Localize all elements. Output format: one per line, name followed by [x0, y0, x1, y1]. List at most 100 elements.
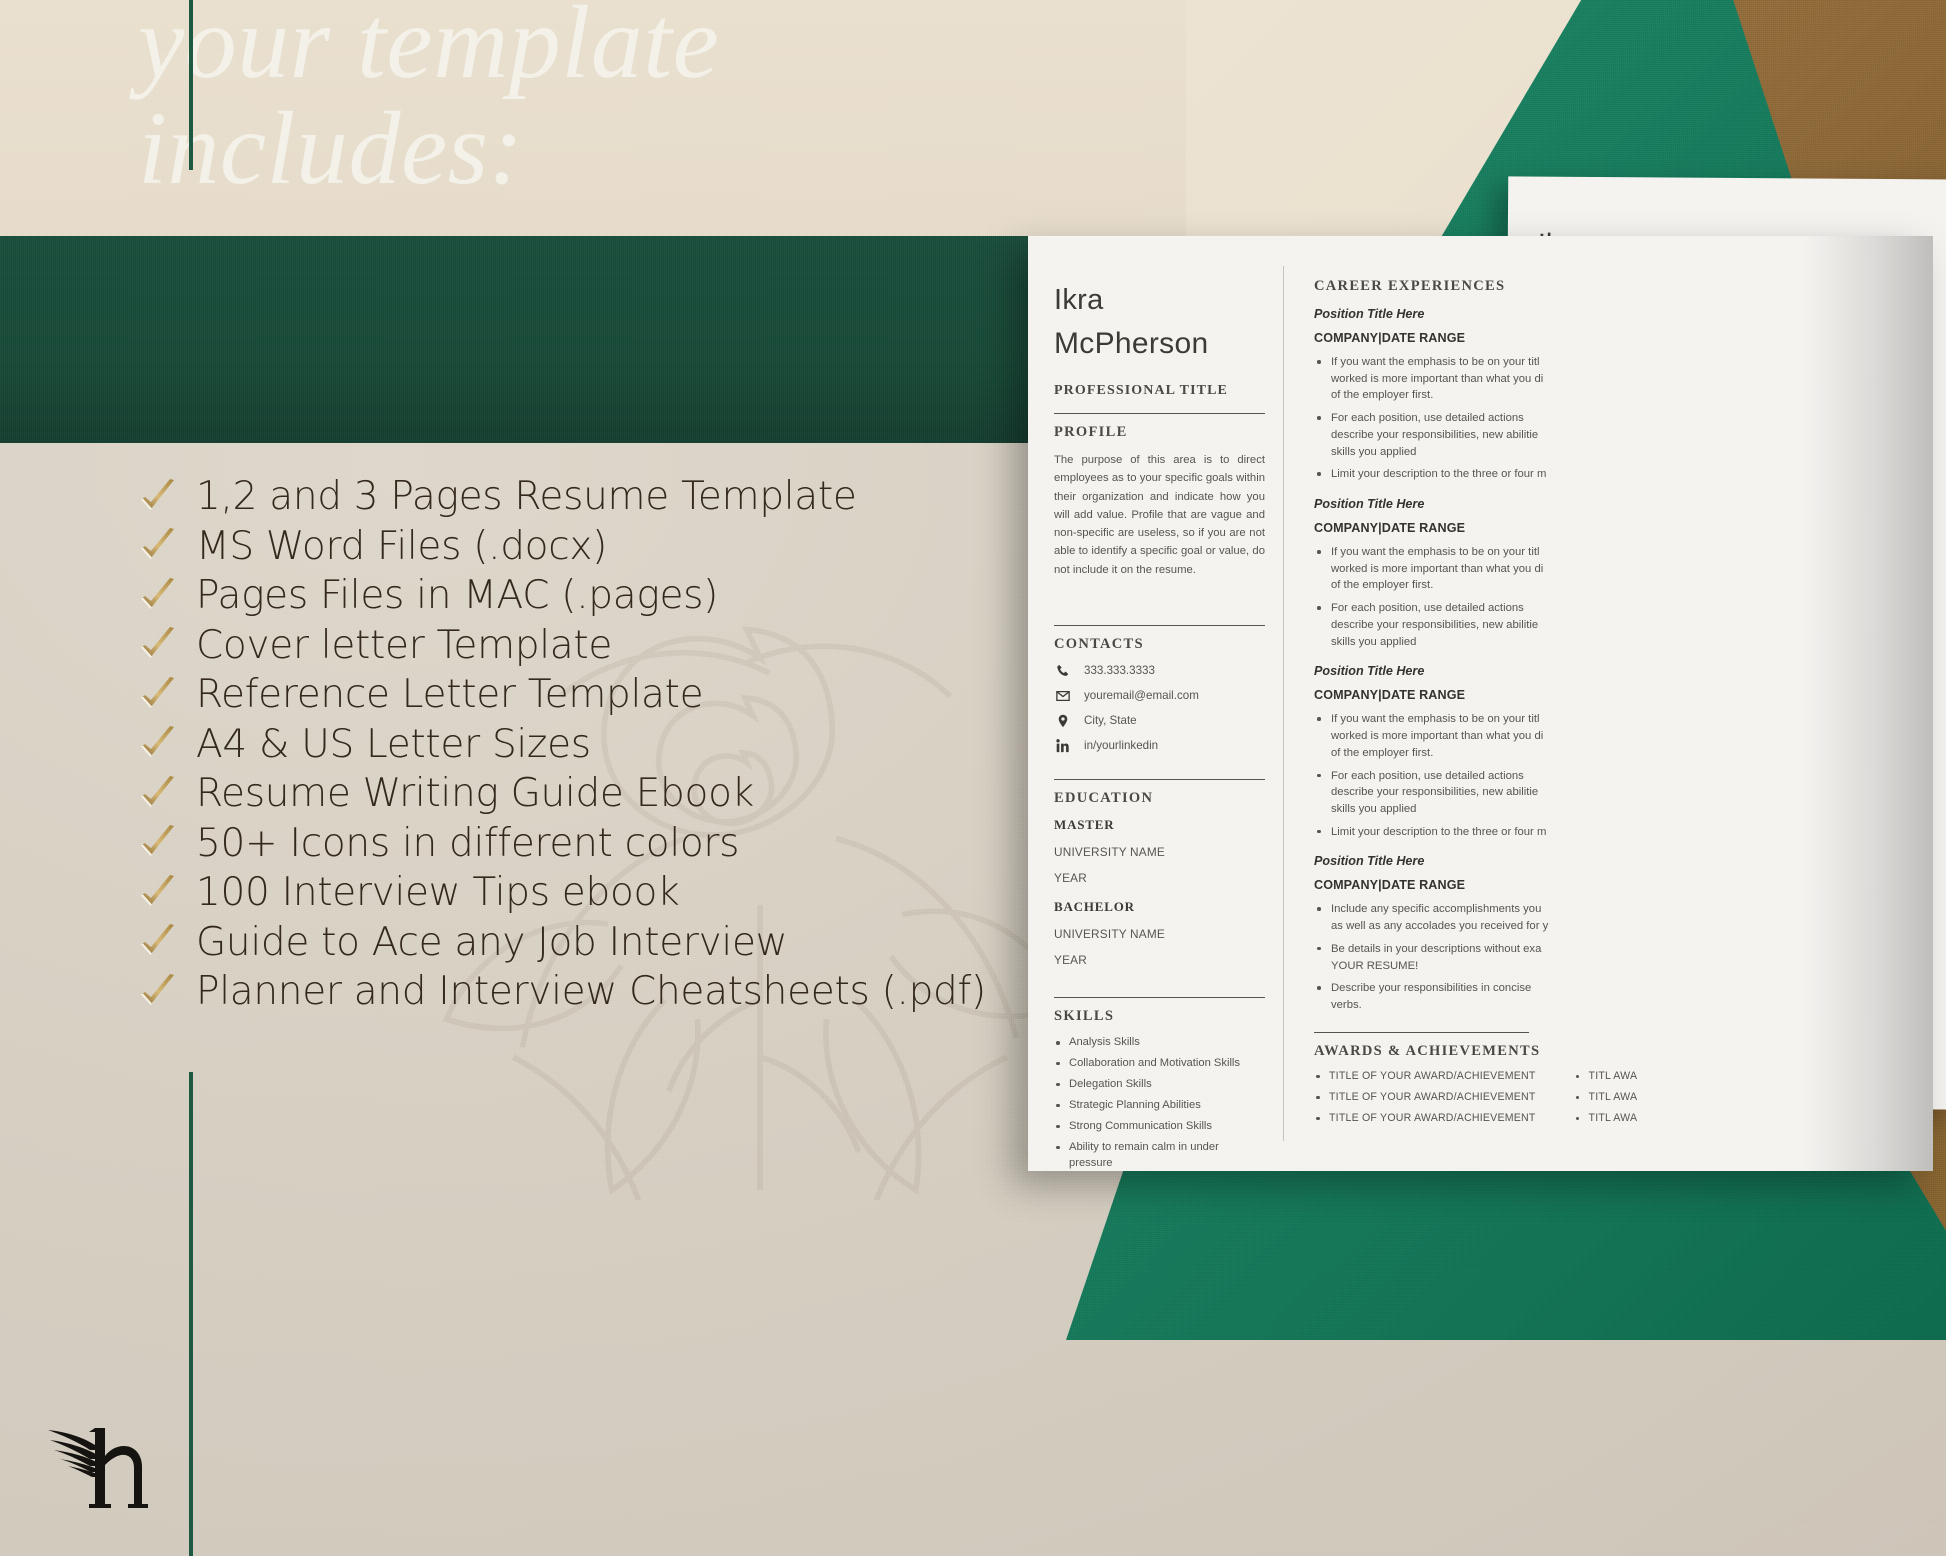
experience-entry: Position Title Here COMPANY|DATE RANGE I…	[1314, 307, 1923, 483]
accent-rule-top	[189, 0, 193, 170]
position-title: Position Title Here	[1314, 664, 1425, 679]
linkedin-icon	[1054, 738, 1071, 753]
list-item: Pages Files in MAC (.pages)	[138, 571, 1038, 621]
contact-value: youremail@email.com	[1084, 689, 1199, 703]
bullet-line: skills you applied	[1331, 635, 1417, 648]
contact-value: 333.333.3333	[1084, 664, 1155, 678]
bullet-line: of the employer first.	[1331, 579, 1434, 592]
bullet-line: Be details in your descriptions without …	[1331, 942, 1542, 955]
check-mark-icon	[138, 625, 196, 665]
section-divider	[1314, 1031, 1529, 1033]
check-mark-icon	[138, 724, 196, 764]
resume-professional-title: PROFESSIONAL TITLE	[1054, 383, 1228, 398]
bullet-line: For each position, use detailed actions	[1331, 769, 1524, 782]
awards-heading: AWARDS & ACHIEVEMENTS	[1314, 1042, 1541, 1059]
experience-bullets: If you want the emphasis to be on your t…	[1314, 544, 1923, 650]
bullet-line: verbs.	[1331, 998, 1362, 1011]
awards-section: AWARDS & ACHIEVEMENTS TITLE OF YOUR AWAR…	[1314, 1031, 1923, 1133]
banner-title-line2: includes:	[138, 91, 524, 207]
bullet-line: For each position, use detailed actions	[1331, 412, 1524, 425]
bullet-line: worked is more important than what you d…	[1331, 562, 1544, 575]
check-mark-icon	[138, 873, 196, 913]
list-item-label: Reference Letter Template	[196, 672, 704, 718]
bullet-line: describe your responsibilities, new abil…	[1331, 428, 1539, 441]
list-item: For each position, use detailed actions …	[1314, 410, 1923, 460]
list-item: For each position, use detailed actions …	[1314, 768, 1923, 818]
bullet-line: For each position, use detailed actions	[1331, 602, 1524, 615]
list-item: Describe your responsibilities in concis…	[1314, 980, 1923, 1013]
list-item: TITLE OF YOUR AWARD/ACHIEVEMENT	[1314, 1112, 1536, 1126]
experience-entry: Position Title Here COMPANY|DATE RANGE I…	[1314, 664, 1923, 840]
resume-page-front[interactable]: Ikra McPherson PROFESSIONAL TITLE PROFIL…	[1028, 236, 1933, 1171]
bullet-line: YOUR RESUME!	[1331, 959, 1419, 972]
bullet-line: Include any specific accomplishments you	[1331, 903, 1542, 916]
contact-row-linkedin: in/yourlinkedin	[1054, 738, 1265, 753]
experience-bullets: If you want the emphasis to be on your t…	[1314, 354, 1923, 483]
company-date: COMPANY|DATE RANGE	[1314, 878, 1466, 893]
list-item: Delegation Skills	[1054, 1077, 1265, 1093]
list-item: TITL AWA	[1574, 1091, 1638, 1105]
resume-name-first: Ikra	[1054, 284, 1104, 316]
envelope-icon	[1054, 688, 1071, 703]
page-title: your template includes:	[138, 0, 1338, 202]
bullet-line: of the employer first.	[1331, 746, 1434, 759]
check-mark-icon	[138, 774, 196, 814]
list-item: Include any specific accomplishments you…	[1314, 901, 1923, 934]
experience-entry: Position Title Here COMPANY|DATE RANGE I…	[1314, 854, 1923, 1013]
list-item-label: Cover letter Template	[196, 622, 613, 668]
check-mark-icon	[138, 675, 196, 715]
resume-name-last: McPherson	[1054, 327, 1209, 360]
contact-row-phone: 333.333.3333	[1054, 663, 1265, 678]
list-item-label: A4 & US Letter Sizes	[196, 721, 591, 767]
phone-icon	[1054, 663, 1071, 678]
awards-list-right: TITL AWA TITL AWA TITL AWA	[1574, 1070, 1638, 1133]
list-item: 100 Interview Tips ebook	[138, 868, 1038, 918]
skills-list: Analysis Skills Collaboration and Motiva…	[1054, 1035, 1265, 1171]
bullet-line: If you want the emphasis to be on your t…	[1331, 713, 1540, 726]
resume-right-column: CAREER EXPERIENCES Position Title Here C…	[1284, 236, 1933, 1171]
education-year: YEAR	[1054, 871, 1087, 886]
list-item: Strong Communication Skills	[1054, 1119, 1265, 1135]
list-item: TITL AWA	[1574, 1070, 1638, 1084]
list-item: A4 & US Letter Sizes	[138, 720, 1038, 770]
list-item-label: 50+ Icons in different colors	[196, 820, 740, 866]
bullet-line: Describe your responsibilities in concis…	[1331, 982, 1532, 995]
list-item-label: 100 Interview Tips ebook	[196, 870, 680, 916]
list-item: 50+ Icons in different colors	[138, 819, 1038, 869]
bullet-line: If you want the emphasis to be on your t…	[1331, 546, 1540, 559]
list-item: Reference Letter Template	[138, 670, 1038, 720]
company-date: COMPANY|DATE RANGE	[1314, 688, 1466, 703]
list-item: Strategic Planning Abilities	[1054, 1098, 1265, 1114]
company-date: COMPANY|DATE RANGE	[1314, 521, 1466, 536]
list-item: Collaboration and Motivation Skills	[1054, 1056, 1265, 1072]
list-item-label: Resume Writing Guide Ebook	[196, 771, 754, 817]
list-item: MS Word Files (.docx)	[138, 522, 1038, 572]
winged-h-logo	[40, 1408, 190, 1528]
experience-bullets: Include any specific accomplishments you…	[1314, 901, 1923, 1013]
list-item: Limit your description to the three or f…	[1314, 824, 1923, 841]
contact-value: in/yourlinkedin	[1084, 739, 1159, 753]
contacts-heading: CONTACTS	[1054, 636, 1144, 653]
bullet-line: describe your responsibilities, new abil…	[1331, 618, 1539, 631]
list-item: TITLE OF YOUR AWARD/ACHIEVEMENT	[1314, 1091, 1536, 1105]
resume-left-column: Ikra McPherson PROFESSIONAL TITLE PROFIL…	[1028, 236, 1283, 1171]
profile-heading: PROFILE	[1054, 424, 1128, 440]
contact-value: City, State	[1084, 714, 1137, 728]
list-item-label: Planner and Interview Cheatsheets (.pdf)	[196, 969, 986, 1015]
education-degree: MASTER	[1054, 817, 1115, 833]
check-mark-icon	[138, 922, 196, 962]
contact-row-email: youremail@email.com	[1054, 688, 1265, 703]
education-heading: EDUCATION	[1054, 790, 1154, 807]
bullet-line: as well as any accolades you received fo…	[1331, 920, 1549, 933]
bullet-line: Limit your description to the three or f…	[1331, 468, 1547, 481]
location-pin-icon	[1054, 713, 1071, 728]
list-item-label: Pages Files in MAC (.pages)	[196, 573, 719, 619]
section-divider	[1054, 997, 1265, 999]
bullet-line: of the employer first.	[1331, 389, 1434, 402]
skills-heading: SKILLS	[1054, 1008, 1115, 1025]
check-mark-icon	[138, 576, 196, 616]
list-item: TITL AWA	[1574, 1112, 1638, 1126]
list-item: Resume Writing Guide Ebook	[138, 769, 1038, 819]
profile-body: The purpose of this area is to direct em…	[1054, 454, 1265, 576]
list-item-label: MS Word Files (.docx)	[196, 523, 608, 569]
